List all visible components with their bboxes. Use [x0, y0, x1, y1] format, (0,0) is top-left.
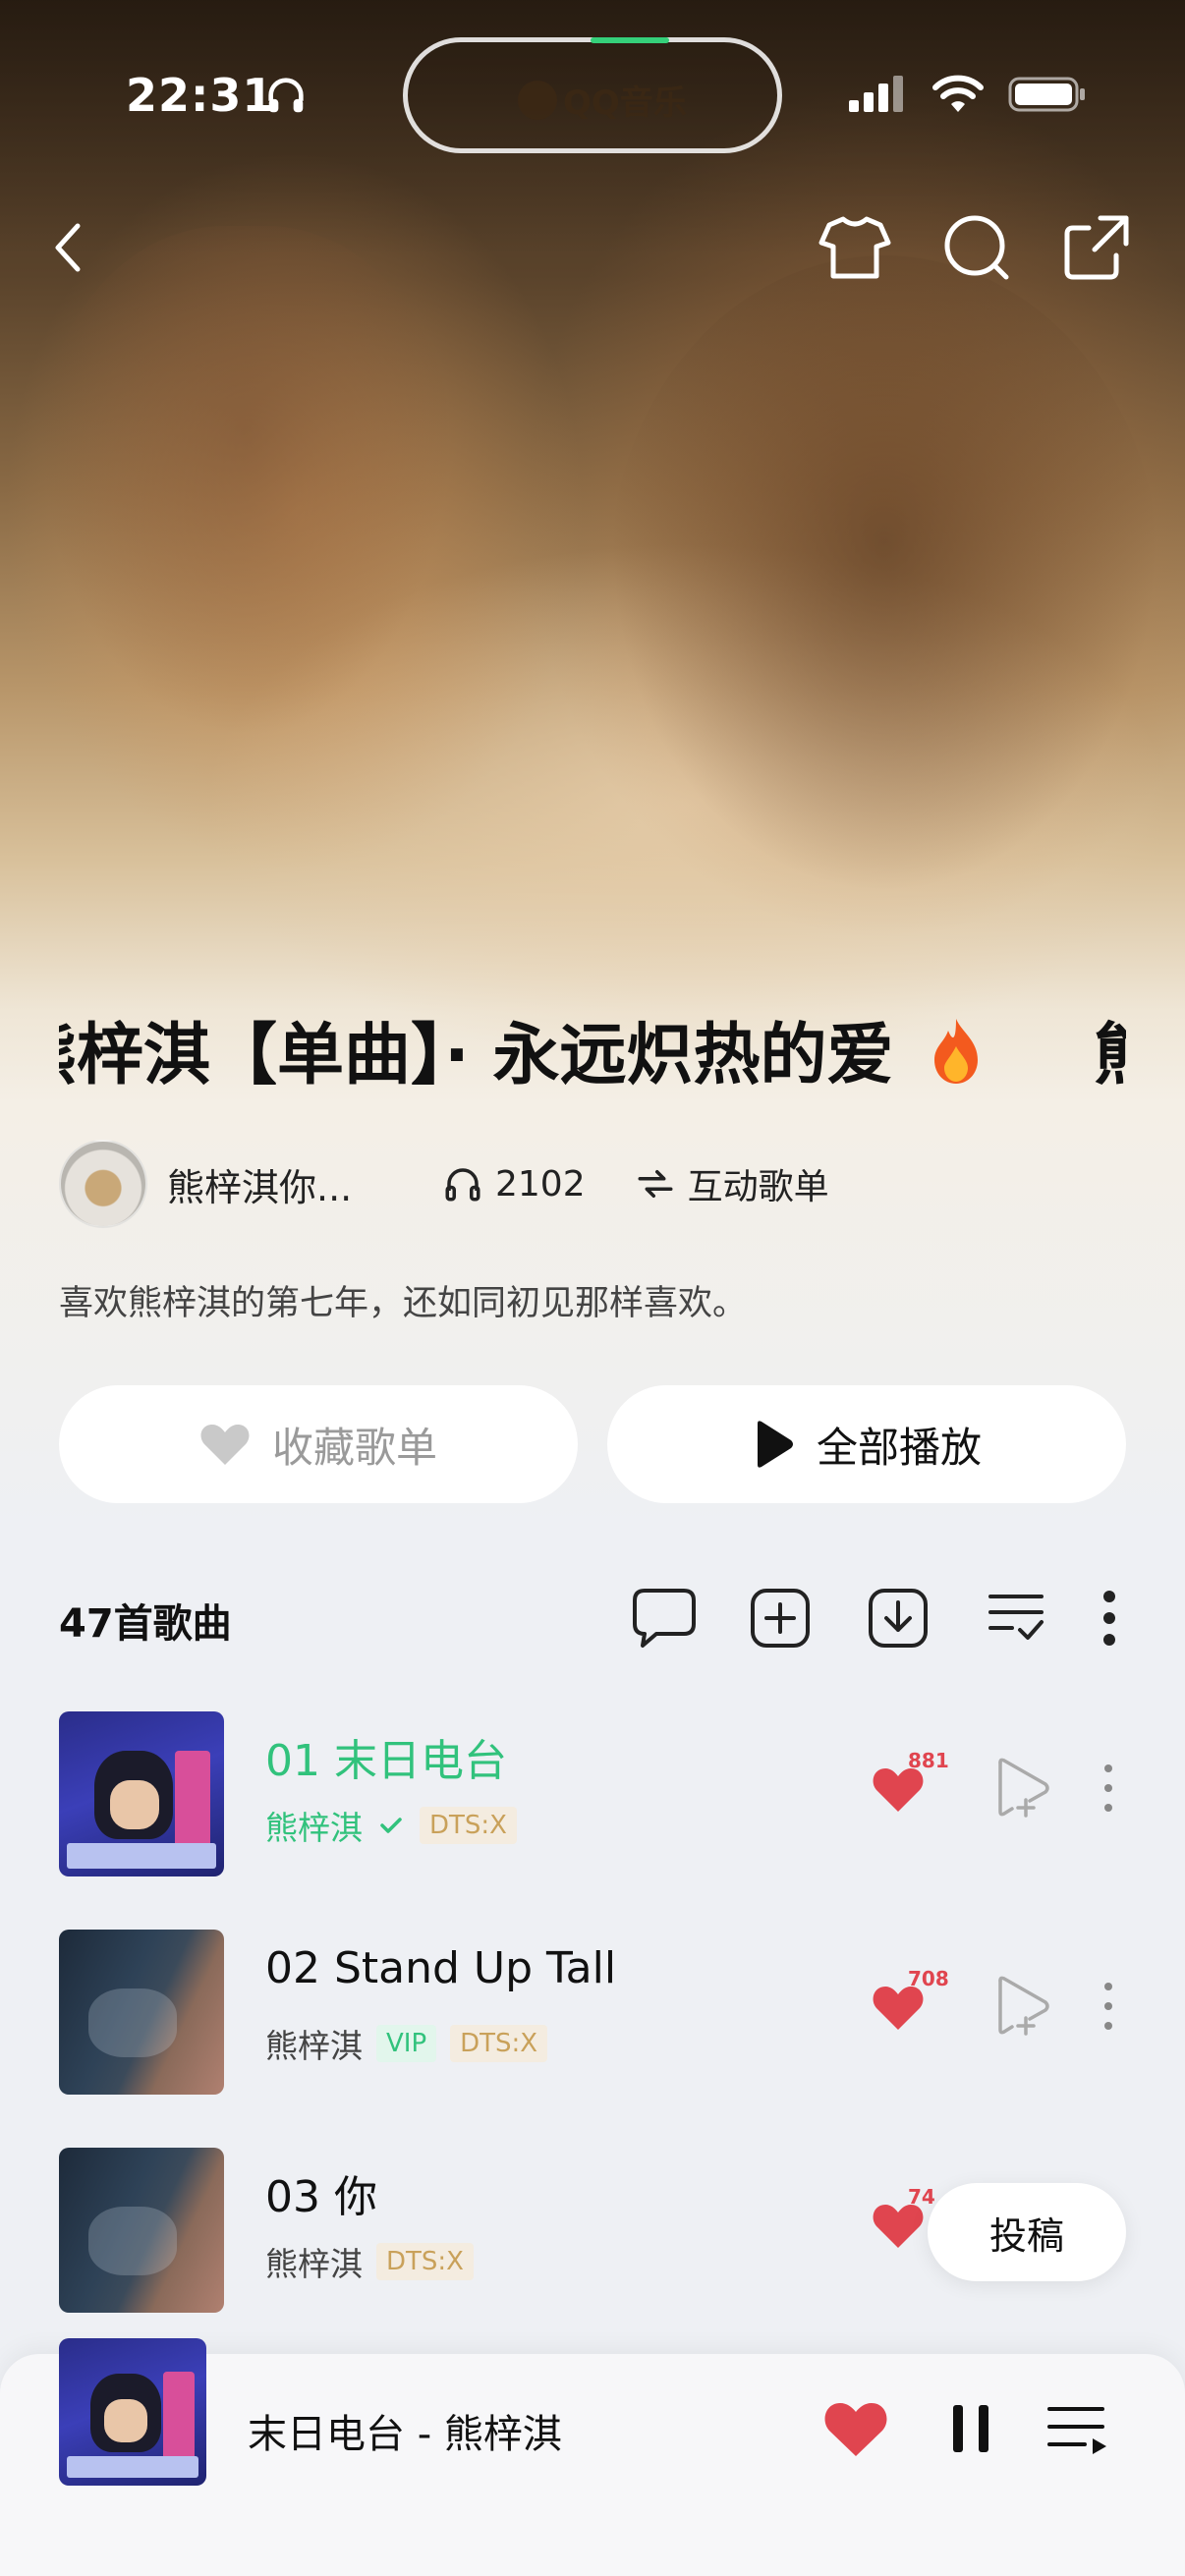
- playlist-description[interactable]: 喜欢熊梓淇的第七年，还如同初见那样喜欢。: [59, 1275, 747, 1325]
- favorite-playlist-button[interactable]: 收藏歌单: [59, 1385, 578, 1503]
- song-more-icon[interactable]: [1091, 1757, 1126, 1820]
- back-icon: [55, 223, 81, 272]
- cover-art-texture: [88, 1988, 177, 2057]
- dts-badge: DTS:X: [376, 2243, 474, 2280]
- cover-art-strip: [67, 1843, 216, 1869]
- song-cover: [59, 2148, 224, 2313]
- vip-badge: VIP: [376, 2025, 437, 2062]
- song-meta: 熊梓淇 DTS:X: [265, 1802, 517, 1849]
- song-meta: 熊梓淇 VIP DTS:X: [265, 2020, 548, 2067]
- cover-figure-right: [609, 255, 1159, 894]
- song-title: 02 Stand Up Tall: [265, 1943, 617, 1993]
- fire-icon: [934, 1019, 979, 1084]
- search-button[interactable]: [937, 208, 1016, 287]
- song-artist: 熊梓淇: [265, 2245, 363, 2283]
- listen-count: 2102: [442, 1163, 586, 1204]
- search-icon: [944, 215, 1009, 280]
- mini-like-heart-icon[interactable]: [821, 2397, 890, 2460]
- song-cover: [59, 1711, 224, 1876]
- creator-row: 熊梓淇你... 2102 互动歌单: [59, 1140, 829, 1228]
- batch-select-button[interactable]: [982, 1584, 1050, 1652]
- cover-art-face: [110, 1780, 159, 1829]
- share-icon: [1064, 215, 1129, 280]
- signal-icon: [849, 76, 903, 112]
- play-queue-icon[interactable]: [1045, 2397, 1110, 2460]
- song-more-icon[interactable]: [1091, 1975, 1126, 2038]
- creator-avatar[interactable]: [59, 1140, 147, 1228]
- like-count: 74: [908, 2185, 935, 2209]
- island-label: QQ音乐: [563, 84, 687, 123]
- share-button[interactable]: [1057, 208, 1136, 287]
- listen-count-value: 2102: [495, 1163, 586, 1204]
- list-check-icon: [988, 1595, 1044, 1640]
- cover-art-face: [104, 2399, 147, 2442]
- like-count: 881: [908, 1749, 949, 1772]
- like-count: 708: [908, 1967, 949, 1990]
- play-all-label: 全部播放: [816, 1423, 982, 1472]
- song-title: 03 你: [265, 2172, 377, 2222]
- cover-figure-left: [39, 226, 452, 737]
- creator-name[interactable]: 熊梓淇你...: [167, 1157, 393, 1211]
- interactive-playlist-button[interactable]: 互动歌单: [635, 1158, 829, 1209]
- headphone-icon: [445, 1168, 480, 1202]
- cover-art-title-block: [163, 2372, 195, 2460]
- status-icons: [847, 75, 1087, 114]
- song-cover: [59, 1930, 224, 2095]
- dts-badge: DTS:X: [450, 2025, 548, 2062]
- song-row[interactable]: 01 末日电台 熊梓淇 DTS:X 881: [0, 1692, 1185, 1888]
- tshirt-icon: [818, 216, 891, 279]
- back-button[interactable]: [29, 208, 108, 287]
- play-all-button[interactable]: 全部播放: [607, 1385, 1126, 1503]
- interactive-icon: [638, 1170, 673, 1198]
- song-meta: 熊梓淇 DTS:X: [265, 2238, 474, 2285]
- status-time: 22:31: [126, 69, 275, 122]
- playlist-title-repeat: 熊: [1094, 1017, 1126, 1094]
- wifi-icon: [932, 75, 984, 112]
- add-to-queue-icon[interactable]: [990, 1975, 1053, 2038]
- cover-art-title-block: [175, 1751, 210, 1849]
- song-title: 01 末日电台: [265, 1736, 507, 1786]
- theme-button[interactable]: [816, 208, 894, 287]
- pause-icon[interactable]: [947, 2397, 996, 2460]
- qq-music-logo-icon: [518, 80, 557, 120]
- interactive-label: 互动歌单: [687, 1167, 829, 1207]
- download-icon: [869, 1589, 928, 1648]
- comment-icon: [633, 1589, 696, 1648]
- playlist-title: 熊梓淇【单曲】· 永远炽热的爱: [59, 1017, 894, 1094]
- dts-badge: DTS:X: [420, 1807, 517, 1844]
- cover-art-texture: [88, 2207, 177, 2275]
- add-to-playlist-button[interactable]: [746, 1584, 815, 1652]
- song-count: 47首歌曲: [59, 1601, 232, 1647]
- cover-art-strip: [67, 2456, 198, 2478]
- vertical-dots-icon: [1103, 1591, 1115, 1646]
- download-button[interactable]: [864, 1584, 932, 1652]
- island-progress: [591, 37, 669, 43]
- plus-box-icon: [751, 1589, 810, 1648]
- headphone-status-icon: [268, 78, 304, 113]
- playlist-title-marquee: 熊梓淇【单曲】· 永远炽热的爱 熊: [59, 1012, 1126, 1100]
- play-icon: [757, 1421, 793, 1468]
- list-more-button[interactable]: [1075, 1584, 1144, 1652]
- verified-check-icon: [380, 1818, 402, 1833]
- song-artist: 熊梓淇: [265, 2027, 363, 2065]
- mini-player-cover[interactable]: [59, 2338, 206, 2486]
- favorite-label: 收藏歌单: [271, 1423, 437, 1472]
- song-artist: 熊梓淇: [265, 1809, 363, 1847]
- song-row[interactable]: 02 Stand Up Tall 熊梓淇 VIP DTS:X 708: [0, 1910, 1185, 2106]
- battery-icon: [1008, 77, 1085, 112]
- dynamic-island[interactable]: QQ音乐: [403, 37, 782, 153]
- heart-icon: [200, 1425, 250, 1465]
- mini-player-title[interactable]: 末日电台 - 熊梓淇: [248, 2402, 562, 2459]
- post-button[interactable]: 投稿: [928, 2183, 1126, 2281]
- comment-button[interactable]: [630, 1584, 699, 1652]
- qq-music-logo: QQ音乐: [518, 76, 687, 124]
- add-to-queue-icon[interactable]: [990, 1757, 1053, 1820]
